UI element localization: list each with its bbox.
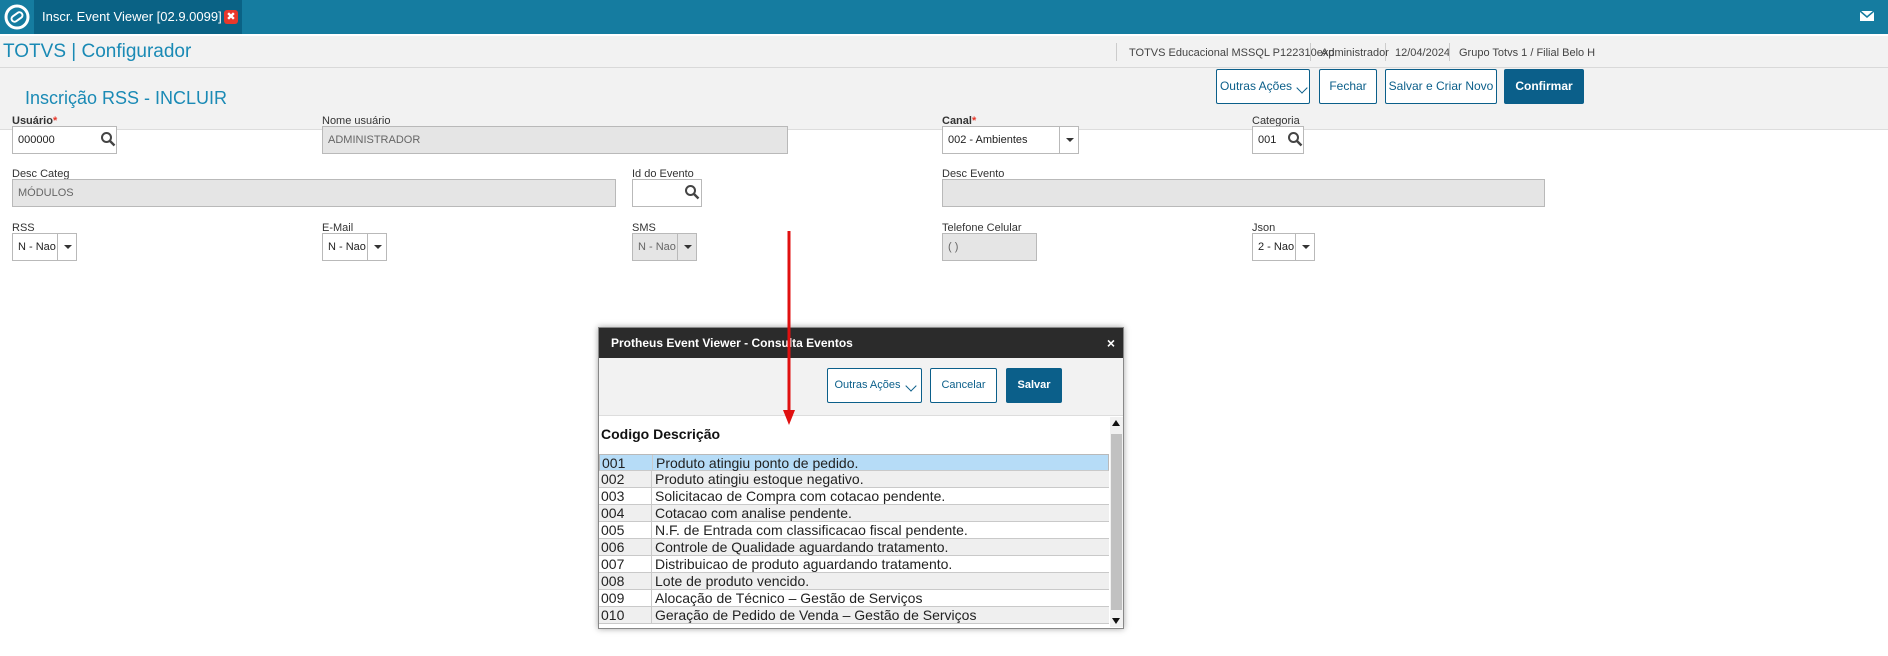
close-button[interactable]: Fechar xyxy=(1319,69,1377,104)
row-description: Solicitacao de Compra com cotacao penden… xyxy=(651,488,945,504)
row-description: Alocação de Técnico – Gestão de Serviços xyxy=(651,590,922,606)
categoria-value: 001 xyxy=(1258,134,1277,146)
tab-title: Inscr. Event Viewer [02.9.0099] xyxy=(42,9,222,24)
row-code: 010 xyxy=(601,607,625,623)
top-tab-bar: Inscr. Event Viewer [02.9.0099] ✖ xyxy=(0,0,1888,34)
canal-value: 002 - Ambientes xyxy=(948,134,1028,146)
events-grid: Codigo Descrição 001 Produto atingiu pont… xyxy=(599,417,1109,624)
table-row[interactable]: 002 Produto atingiu estoque negativo. xyxy=(599,471,1109,488)
dialog-title: Protheus Event Viewer - Consulta Eventos xyxy=(611,336,853,350)
scroll-up-icon[interactable] xyxy=(1110,417,1123,430)
rss-select[interactable]: N - Nao xyxy=(12,233,77,261)
scroll-down-icon[interactable] xyxy=(1110,614,1123,627)
header-divider xyxy=(1116,43,1117,61)
chevron-down-icon[interactable] xyxy=(367,234,386,260)
other-actions-button[interactable]: Outras Ações xyxy=(1216,69,1310,104)
rss-value: N - Nao xyxy=(18,241,56,253)
row-code: 005 xyxy=(601,522,625,538)
search-icon[interactable] xyxy=(684,184,700,200)
row-description: Lote de produto vencido. xyxy=(651,573,809,589)
table-row[interactable]: 006 Controle de Qualidade aguardando trat… xyxy=(599,539,1109,556)
canal-select[interactable]: 002 - Ambientes xyxy=(942,126,1079,154)
app-header: TOTVS | Configurador TOTVS Educacional M… xyxy=(0,36,1888,68)
page-title: Inscrição RSS - INCLUIR xyxy=(25,88,228,108)
row-description: Produto atingiu ponto de pedido. xyxy=(652,455,858,471)
table-row[interactable]: 004 Cotacao com analise pendente. xyxy=(599,505,1109,522)
json-select[interactable]: 2 - Nao xyxy=(1252,233,1315,261)
row-description: Produto atingiu estoque negativo. xyxy=(651,471,864,487)
row-code: 002 xyxy=(601,471,625,487)
nome-usuario-field: ADMINISTRADOR xyxy=(322,126,788,154)
chevron-down-icon xyxy=(1296,82,1308,94)
row-description: Geração de Pedido de Venda – Gestão de S… xyxy=(651,607,976,623)
usuario-value: 000000 xyxy=(18,134,55,146)
confirm-button[interactable]: Confirmar xyxy=(1504,69,1584,104)
header-divider xyxy=(1385,43,1386,61)
dialog-cancel-button[interactable]: Cancelar xyxy=(930,368,997,403)
mail-icon[interactable] xyxy=(1860,10,1874,22)
app-title: TOTVS | Configurador xyxy=(3,41,192,62)
row-description: N.F. de Entrada com classificacao fiscal… xyxy=(651,522,968,538)
tab-inscr-event-viewer[interactable]: Inscr. Event Viewer [02.9.0099] ✖ xyxy=(34,0,242,34)
row-code: 004 xyxy=(601,505,625,521)
table-row[interactable]: 003 Solicitacao de Compra com cotacao pen… xyxy=(599,488,1109,505)
row-code: 003 xyxy=(601,488,625,504)
email-select[interactable]: N - Nao xyxy=(322,233,387,261)
dialog-other-actions-button[interactable]: Outras Ações xyxy=(827,368,922,403)
row-code: 007 xyxy=(601,556,625,572)
sms-value: N - Nao xyxy=(638,241,676,253)
chevron-down-icon[interactable] xyxy=(1059,127,1078,153)
json-value: 2 - Nao xyxy=(1258,241,1295,253)
environment-info: TOTVS Educacional MSSQL P122310exp xyxy=(1129,47,1335,59)
desc-categ-field: MÓDULOS xyxy=(12,179,616,207)
other-actions-label: Outras Ações xyxy=(1219,79,1293,93)
telefone-field: ( ) xyxy=(942,233,1037,261)
search-icon[interactable] xyxy=(1287,131,1303,147)
close-icon[interactable]: × xyxy=(1107,328,1115,358)
date-info: 12/04/2024 xyxy=(1395,47,1451,59)
table-row[interactable]: 009 Alocação de Técnico – Gestão de Servi… xyxy=(599,590,1109,607)
table-row[interactable]: 005 N.F. de Entrada com classificacao fis… xyxy=(599,522,1109,539)
chevron-down-icon xyxy=(677,234,696,260)
row-code: 006 xyxy=(601,539,625,555)
table-row[interactable]: 001 Produto atingiu ponto de pedido. xyxy=(599,454,1109,471)
totvs-logo-icon[interactable] xyxy=(3,3,31,31)
search-icon[interactable] xyxy=(100,131,116,147)
header-divider xyxy=(1449,43,1450,61)
event-lookup-dialog: Protheus Event Viewer - Consulta Eventos… xyxy=(598,327,1124,629)
column-desc-header[interactable]: Descrição xyxy=(653,426,720,442)
email-value: N - Nao xyxy=(328,241,366,253)
sms-select: N - Nao xyxy=(632,233,697,261)
header-divider xyxy=(1310,43,1311,61)
tab-close-icon[interactable]: ✖ xyxy=(224,10,238,24)
grid-scrollbar[interactable] xyxy=(1110,417,1123,627)
grid-rows: 001 Produto atingiu ponto de pedido. 002 Pr… xyxy=(599,454,1109,624)
user-info: Administrador xyxy=(1321,47,1389,59)
dialog-title-bar: Protheus Event Viewer - Consulta Eventos… xyxy=(599,328,1123,358)
row-code: 008 xyxy=(601,573,625,589)
column-code-header[interactable]: Codigo xyxy=(601,426,649,442)
scroll-thumb[interactable] xyxy=(1111,434,1122,610)
row-description: Cotacao com analise pendente. xyxy=(651,505,852,521)
chevron-down-icon[interactable] xyxy=(57,234,76,260)
row-code: 009 xyxy=(601,590,625,606)
grid-header: Codigo Descrição xyxy=(601,426,720,442)
chevron-down-icon[interactable] xyxy=(1295,234,1314,260)
branch-info: Grupo Totvs 1 / Filial Belo H xyxy=(1459,47,1596,59)
row-code: 001 xyxy=(602,455,626,471)
dialog-other-actions-label: Outras Ações xyxy=(834,379,901,391)
table-row[interactable]: 010 Geração de Pedido de Venda – Gestão d… xyxy=(599,607,1109,624)
chevron-down-icon xyxy=(904,380,917,392)
row-description: Distribuicao de produto aguardando trata… xyxy=(651,556,952,572)
desc-evento-field xyxy=(942,179,1545,207)
table-row[interactable]: 007 Distribuicao de produto aguardando tr… xyxy=(599,556,1109,573)
save-and-new-button[interactable]: Salvar e Criar Novo xyxy=(1385,69,1497,104)
dialog-save-button[interactable]: Salvar xyxy=(1006,368,1062,403)
row-description: Controle de Qualidade aguardando tratame… xyxy=(651,539,948,555)
table-row[interactable]: 008 Lote de produto vencido. xyxy=(599,573,1109,590)
